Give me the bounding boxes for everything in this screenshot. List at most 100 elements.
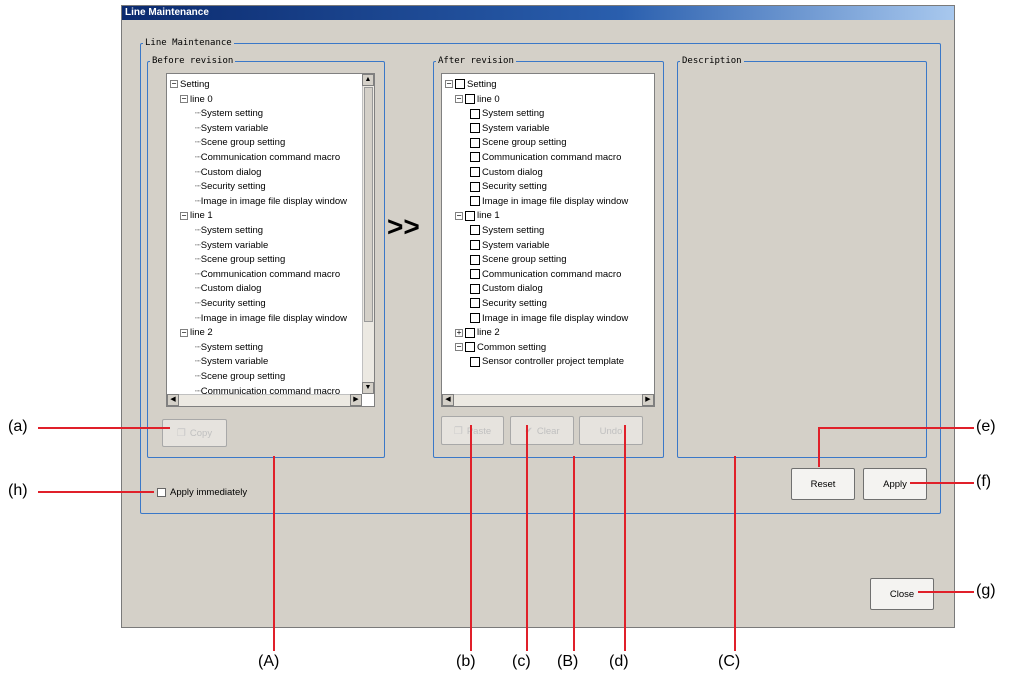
tree-root[interactable]: − Setting [170,78,360,93]
tree-item[interactable]: Image in image file display window [470,195,640,210]
tree-root[interactable]: − Setting [445,78,640,93]
tree-item-checkbox[interactable] [470,356,480,367]
tree-item-checkbox[interactable] [465,210,475,221]
tree-item-label: Communication command macro [200,152,341,163]
tree-node[interactable]: − line 2 [180,326,360,341]
collapse-icon[interactable]: − [180,328,188,337]
collapse-icon[interactable]: − [455,343,463,352]
apply-button[interactable]: Apply [863,468,927,500]
tree-item[interactable]: ┉System variable [195,239,360,254]
tree-item[interactable]: ┉Image in image file display window [195,195,360,210]
horizontal-scrollbar[interactable] [167,394,362,406]
collapse-icon[interactable]: − [455,211,463,220]
tree-node[interactable]: − line 0 [455,93,640,108]
after-revision-tree[interactable]: − Setting − line 0 System setting System vari… [441,73,655,407]
tree-item[interactable]: Security setting [470,180,640,195]
scroll-up-icon[interactable]: ▲ [362,74,374,86]
tree-item[interactable]: ┉Custom dialog [195,282,360,297]
tree-node[interactable]: − line 1 [180,209,360,224]
collapse-icon[interactable]: − [445,80,453,89]
apply-immediately-box[interactable] [157,487,166,497]
tree-item[interactable]: ┉Custom dialog [195,166,360,181]
tree-item[interactable]: System setting [470,107,640,122]
tree-item[interactable]: Sensor controller project template [470,355,640,370]
tree-item-checkbox[interactable] [470,225,480,236]
tree-item-checkbox[interactable] [470,269,480,280]
tree-item-checkbox[interactable] [465,342,475,353]
tree-item[interactable]: Custom dialog [470,282,640,297]
collapse-icon[interactable]: − [455,95,463,104]
tree-node[interactable]: + line 2 [455,326,640,341]
tree-item-checkbox[interactable] [455,79,465,90]
scroll-right-icon[interactable]: ▶ [350,394,362,406]
tree-item[interactable]: System variable [470,239,640,254]
tree-item-label: System setting [482,225,545,236]
tree-item[interactable]: Scene group setting [470,253,640,268]
annotation-line-A [273,456,275,651]
scroll-left-icon[interactable]: ◀ [167,394,179,406]
before-revision-tree[interactable]: − Setting − line 0 ┉System setting ┉System va… [166,73,375,407]
tree-item[interactable]: ┉System setting [195,107,360,122]
tree-item-checkbox[interactable] [470,240,480,251]
tree-node[interactable]: − Common setting [455,341,640,356]
tree-item-checkbox[interactable] [470,167,480,178]
tree-item[interactable]: ┉Communication command macro [195,268,360,283]
paste-button[interactable]: ❐ Paste [441,416,504,445]
tree-item-checkbox[interactable] [470,254,480,265]
collapse-icon[interactable]: − [170,80,178,89]
annotation-C: (C) [718,653,741,670]
tree-item-checkbox[interactable] [470,298,480,309]
clear-button[interactable]: ✔ Clear [510,416,574,445]
tree-item[interactable]: System variable [470,122,640,137]
tree-item[interactable]: Custom dialog [470,166,640,181]
tree-item-checkbox[interactable] [465,94,475,105]
tree-item-checkbox[interactable] [470,123,480,134]
tree-item[interactable]: ┉Scene group setting [195,370,360,385]
tree-item-label: System setting [482,108,545,120]
tree-item[interactable]: ┉System variable [195,122,360,137]
tree-item[interactable]: Communication command macro [470,151,640,166]
copy-button[interactable]: ❐ Copy [162,419,227,447]
tree-item-checkbox[interactable] [470,108,480,119]
tree-item[interactable]: ┉Security setting [195,297,360,312]
annotation-h: (h) [8,482,28,499]
vertical-scrollbar[interactable] [362,74,374,394]
close-button[interactable]: Close [870,578,934,610]
tree-item-checkbox[interactable] [470,137,480,148]
collapse-icon[interactable]: − [180,95,188,104]
tree-node[interactable]: − line 1 [455,209,640,224]
reset-button[interactable]: Reset [791,468,855,500]
collapse-icon[interactable]: − [180,211,188,220]
tree-item[interactable]: ┉Scene group setting [195,253,360,268]
tree-item[interactable]: ┉Security setting [195,180,360,195]
tree-item-checkbox[interactable] [470,181,480,192]
scroll-left-icon[interactable]: ◀ [442,394,454,406]
expand-icon[interactable]: + [455,328,463,337]
tree-item[interactable]: Scene group setting [470,136,640,151]
tree-item-checkbox[interactable] [470,152,480,163]
tree-item[interactable]: ┉System setting [195,224,360,239]
tree-item[interactable]: ┉Image in image file display window [195,312,360,327]
apply-immediately-checkbox[interactable]: Apply immediately [157,486,247,500]
horizontal-scrollbar[interactable] [442,394,654,406]
scroll-down-icon[interactable]: ▼ [362,382,374,394]
tree-item[interactable]: ┉Scene group setting [195,136,360,151]
copy-button-label: Copy [189,428,213,439]
tree-item-checkbox[interactable] [470,313,480,324]
tree-item[interactable]: ┉System variable [195,355,360,370]
tree-item[interactable]: System setting [470,224,640,239]
annotation-line-C [734,456,736,651]
undo-button[interactable]: Undo [579,416,643,445]
tree-node-label: line 0 [190,93,213,105]
tree-item[interactable]: Image in image file display window [470,312,640,327]
tree-node[interactable]: − line 0 [180,93,360,108]
tree-item-checkbox[interactable] [465,327,475,338]
tree-item[interactable]: Security setting [470,297,640,312]
tree-item[interactable]: Communication command macro [470,268,640,283]
tree-item-checkbox[interactable] [470,196,480,207]
scrollbar-thumb[interactable] [364,87,373,322]
tree-item[interactable]: ┉Communication command macro [195,151,360,166]
tree-item[interactable]: ┉System setting [195,341,360,356]
tree-item-checkbox[interactable] [470,283,480,294]
scroll-right-icon[interactable]: ▶ [642,394,654,406]
